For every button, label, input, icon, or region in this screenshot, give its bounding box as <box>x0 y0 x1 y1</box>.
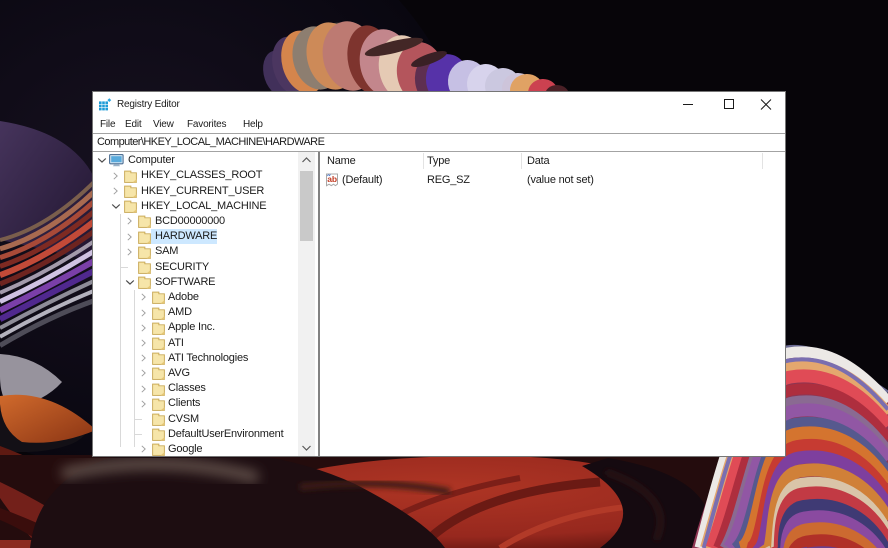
svg-text:ab: ab <box>327 174 337 184</box>
